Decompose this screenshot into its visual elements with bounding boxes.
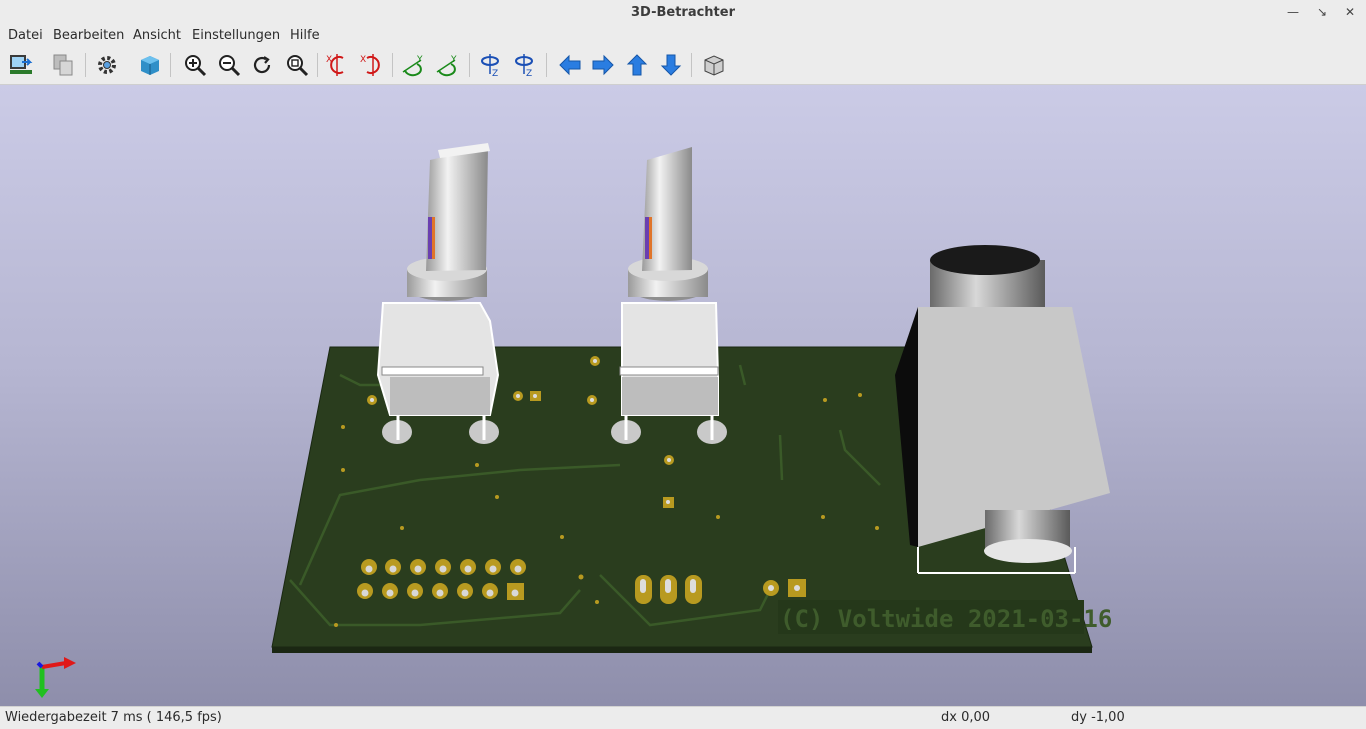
- axis-gizmo: [35, 657, 76, 698]
- menu-bar: Datei Bearbeiten Ansicht Einstellungen H…: [0, 26, 1366, 47]
- zoom-fit-icon[interactable]: [283, 51, 311, 79]
- toolbar-separator: [469, 53, 470, 77]
- toolbar-separator: [85, 53, 86, 77]
- menu-bearbeiten[interactable]: Bearbeiten: [53, 28, 124, 43]
- close-icon[interactable]: ✕: [1341, 4, 1359, 20]
- status-bar: Wiedergabezeit 7 ms ( 146,5 fps) dx 0,00…: [0, 706, 1366, 729]
- reload-board-icon[interactable]: [7, 51, 35, 79]
- rotate-y-ccw-icon[interactable]: Y: [434, 51, 462, 79]
- move-down-icon[interactable]: [657, 51, 685, 79]
- menu-ansicht[interactable]: Ansicht: [133, 28, 181, 43]
- title-bar: 3D-Betrachter — ↘ ✕: [0, 0, 1366, 27]
- svg-text:X: X: [360, 55, 366, 65]
- potentiometer-1: [376, 143, 500, 444]
- copy-image-icon[interactable]: [50, 51, 78, 79]
- toolbar-separator: [392, 53, 393, 77]
- minimize-icon[interactable]: —: [1284, 4, 1302, 20]
- maximize-icon[interactable]: ↘: [1313, 4, 1331, 20]
- status-dy: dy -1,00: [1071, 710, 1125, 725]
- menu-datei[interactable]: Datei: [8, 28, 43, 43]
- svg-text:Z: Z: [526, 69, 532, 78]
- menu-einstellungen[interactable]: Einstellungen: [192, 28, 280, 43]
- orthographic-icon[interactable]: [700, 51, 728, 79]
- rotate-y-cw-icon[interactable]: Y: [400, 51, 428, 79]
- rotate-z-ccw-icon[interactable]: Z: [511, 51, 539, 79]
- toolbar-separator: [170, 53, 171, 77]
- audio-jack: [895, 245, 1110, 574]
- toolbar: X X Y Y Z Z: [0, 47, 1366, 85]
- pcb-board-edge: [272, 647, 1092, 653]
- move-left-icon[interactable]: [556, 51, 584, 79]
- zoom-in-icon[interactable]: [181, 51, 209, 79]
- zoom-out-icon[interactable]: [215, 51, 243, 79]
- rotate-z-cw-icon[interactable]: Z: [477, 51, 505, 79]
- 3d-scene: (C) Voltwide 2021-03-16: [35, 143, 1112, 698]
- status-dx: dx 0,00: [941, 710, 991, 725]
- redraw-icon[interactable]: [248, 51, 276, 79]
- menu-hilfe[interactable]: Hilfe: [290, 28, 320, 43]
- move-up-icon[interactable]: [623, 51, 651, 79]
- toolbar-separator: [546, 53, 547, 77]
- rotate-x-cw-icon[interactable]: X: [324, 51, 352, 79]
- status-render-time: Wiedergabezeit 7 ms ( 146,5 fps): [5, 710, 222, 725]
- raytracing-icon[interactable]: [136, 51, 164, 79]
- potentiometer-2: [611, 147, 727, 444]
- window-title: 3D-Betrachter: [631, 5, 735, 20]
- 3d-viewport[interactable]: (C) Voltwide 2021-03-16: [0, 85, 1366, 706]
- silkscreen-text: (C) Voltwide 2021-03-16: [780, 605, 1112, 633]
- move-right-icon[interactable]: [589, 51, 617, 79]
- oval-pads: [635, 575, 702, 604]
- toolbar-separator: [691, 53, 692, 77]
- rotate-x-ccw-icon[interactable]: X: [358, 51, 386, 79]
- toolbar-separator: [317, 53, 318, 77]
- settings-icon[interactable]: [93, 51, 121, 79]
- svg-text:Z: Z: [492, 69, 498, 78]
